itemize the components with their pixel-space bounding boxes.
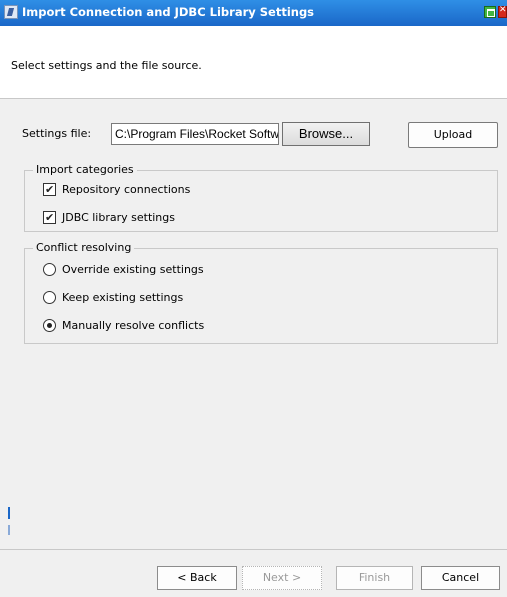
cancel-button[interactable]: Cancel: [421, 566, 500, 590]
radio-selected-icon[interactable]: [43, 319, 56, 332]
checkbox-checked-icon[interactable]: [43, 182, 56, 198]
checkbox-checked-icon[interactable]: [43, 210, 56, 226]
upload-button[interactable]: Upload: [408, 122, 498, 148]
settings-file-label: Settings file:: [22, 127, 92, 140]
next-button[interactable]: Next >: [242, 566, 322, 590]
page-subtitle: Select settings and the file source.: [11, 59, 202, 72]
radio-unselected-icon[interactable]: [43, 291, 56, 304]
jdbc-library-settings-label: JDBC library settings: [62, 211, 175, 224]
keep-settings-label: Keep existing settings: [62, 291, 184, 304]
wizard-header: Select settings and the file source.: [0, 26, 507, 99]
radio-unselected-icon[interactable]: [43, 263, 56, 276]
finish-button[interactable]: Finish: [336, 566, 413, 590]
title-bar: Import Connection and JDBC Library Setti…: [0, 0, 507, 26]
close-icon[interactable]: [498, 5, 507, 18]
app-icon[interactable]: [4, 5, 18, 19]
browse-button[interactable]: Browse...: [282, 122, 370, 146]
wizard-footer: < Back Next > Finish Cancel: [0, 549, 507, 597]
window-title: Import Connection and JDBC Library Setti…: [22, 5, 315, 19]
window-edge-marker: [8, 525, 10, 535]
settings-file-input[interactable]: C:\Program Files\Rocket Software\: [111, 123, 279, 145]
conflict-resolving-legend: Conflict resolving: [33, 241, 135, 255]
import-categories-group: Import categories Repository connections…: [24, 163, 498, 232]
conflict-resolving-group: Conflict resolving Override existing set…: [24, 241, 498, 344]
manually-resolve-label: Manually resolve conflicts: [62, 319, 205, 332]
back-button[interactable]: < Back: [157, 566, 237, 590]
maximize-icon[interactable]: [484, 6, 496, 18]
override-settings-label: Override existing settings: [62, 263, 204, 276]
import-categories-legend: Import categories: [33, 163, 137, 177]
repository-connections-label: Repository connections: [62, 183, 191, 196]
wizard-body: Settings file: C:\Program Files\Rocket S…: [0, 99, 507, 549]
window-edge-marker: [8, 507, 10, 519]
